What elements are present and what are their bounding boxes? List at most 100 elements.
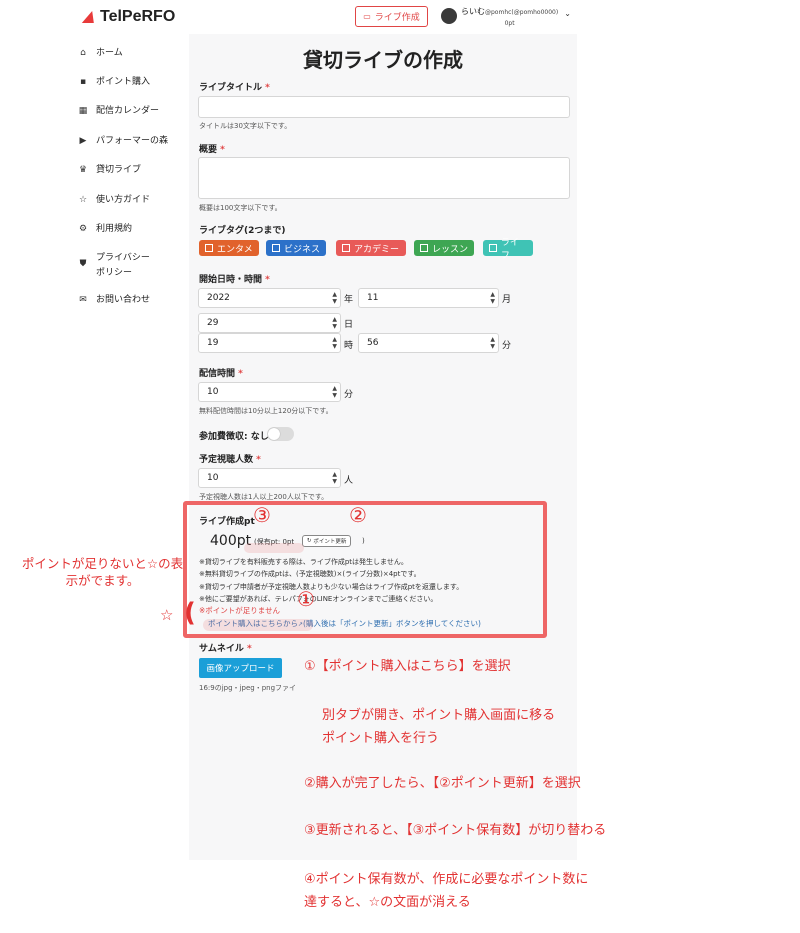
- sidebar-item-home[interactable]: ⌂ ホーム: [78, 46, 188, 60]
- user-name: らいむ@pomhc(@pomho0000): [461, 7, 559, 16]
- sidebar-item-label: 配信カレンダー: [96, 106, 160, 116]
- stepper-arrows-icon[interactable]: ▲ ▼: [332, 471, 337, 485]
- sidebar-item-label: 使い方ガイド: [96, 195, 151, 205]
- sidebar-item-point-purchase[interactable]: ▪ ポイント購入: [78, 75, 188, 89]
- minute-stepper[interactable]: 56 ▲ ▼: [358, 333, 499, 353]
- tag-entertainment[interactable]: エンタメ: [199, 240, 259, 256]
- stepper-arrows-icon[interactable]: ▲ ▼: [332, 291, 337, 305]
- sidebar-item-label: プライバシーポリシー: [96, 253, 150, 278]
- sidebar-item-performer[interactable]: ▶ パフォーマーの森: [78, 134, 188, 148]
- day-unit: 日: [344, 320, 354, 330]
- stepper-arrows-icon[interactable]: ▲ ▼: [332, 316, 337, 330]
- day-stepper[interactable]: 29 ▲ ▼: [198, 313, 341, 333]
- create-live-button[interactable]: ▭ ライブ作成: [355, 6, 428, 27]
- sidebar-item-private-live[interactable]: ♛ 貸切ライブ: [78, 163, 188, 177]
- annotation-smudge: [244, 543, 304, 553]
- duration-hint: 無料配信時間は10分以上120分以下です。: [199, 407, 333, 415]
- checkbox-icon: [420, 244, 428, 252]
- stepper-arrows-icon[interactable]: ▲ ▼: [490, 336, 495, 350]
- sidebar-item-contact[interactable]: ✉ お問い合わせ: [78, 293, 188, 307]
- datetime-label: 開始日時・時間 *: [199, 275, 270, 285]
- annotation-step4-line2: 達すると、☆の文面が消える: [304, 895, 471, 910]
- thumb-hint: 16:9のjpg・jpeg・pngファイ: [199, 684, 297, 692]
- month-unit: 月: [502, 295, 512, 305]
- title-input[interactable]: [198, 96, 570, 118]
- shield-icon: ⛊: [79, 259, 87, 269]
- brand-logo[interactable]: TelPeRFO: [84, 8, 175, 26]
- avatar: [441, 8, 457, 24]
- camera-icon: ▭: [363, 12, 371, 21]
- annotation-step3: ③更新されると、【③ポイント保有数】が切り替わる: [304, 823, 607, 838]
- create-live-label: ライブ作成: [374, 13, 420, 23]
- logo-mark-icon: [84, 10, 98, 24]
- gear-icon: ⚙: [78, 224, 88, 234]
- stepper-arrows-icon[interactable]: ▲ ▼: [490, 291, 495, 305]
- annotation-star: ☆: [160, 606, 174, 624]
- tag-life[interactable]: ライフ: [483, 238, 533, 261]
- stepper-arrows-icon[interactable]: ▲ ▼: [332, 385, 337, 399]
- summary-label: 概要 *: [199, 145, 225, 155]
- sidebar-item-label: ポイント購入: [96, 77, 151, 87]
- hour-unit: 時: [344, 341, 354, 351]
- stepper-arrows-icon[interactable]: ▲ ▼: [332, 336, 337, 350]
- mail-icon: ✉: [79, 295, 87, 305]
- sidebar-item-terms[interactable]: ⚙ 利用規約: [78, 222, 188, 236]
- tag-business[interactable]: ビジネス: [266, 240, 326, 256]
- point-icon: ▪: [79, 77, 87, 87]
- checkbox-icon: [205, 244, 213, 252]
- annotation-smudge: [203, 619, 313, 631]
- annotation-step2: ②購入が完了したら、【②ポイント更新】を選択: [304, 776, 581, 791]
- thumb-label: サムネイル *: [199, 644, 252, 654]
- annotation-step1: ①【ポイント購入はこちら】を選択: [304, 659, 511, 674]
- annotation-num-3: ③: [253, 503, 271, 527]
- duration-stepper[interactable]: 10 ▲ ▼: [198, 382, 341, 402]
- annotation-paren: (: [184, 598, 196, 628]
- viewers-unit: 人: [344, 476, 354, 486]
- annotation-step1-sub1: 別タブが開き、ポイント購入画面に移る: [322, 708, 556, 723]
- title-hint: タイトルは30文字以下です。: [199, 122, 292, 130]
- hour-stepper[interactable]: 19 ▲ ▼: [198, 333, 341, 353]
- crown-icon: ♛: [78, 165, 88, 175]
- viewers-stepper[interactable]: 10 ▲ ▼: [198, 468, 341, 488]
- annotation-step4-line1: ④ポイント保有数が、作成に必要なポイント数に: [304, 872, 589, 887]
- annotation-step1-sub2: ポイント購入を行う: [322, 731, 440, 746]
- image-upload-button[interactable]: 画像アップロード: [199, 658, 282, 678]
- fee-toggle[interactable]: [267, 427, 294, 441]
- user-handle: @pomhc(@pomho0000): [485, 9, 559, 16]
- minute-unit: 分: [502, 341, 512, 351]
- sidebar-item-calendar[interactable]: ▦ 配信カレンダー: [78, 104, 188, 118]
- sidebar-item-label: ホーム: [96, 48, 123, 58]
- sidebar-item-label: お問い合わせ: [96, 295, 151, 305]
- checkbox-icon: [272, 244, 280, 252]
- tags-label: ライブタグ(2つまで): [199, 226, 286, 236]
- year-stepper[interactable]: 2022 ▲ ▼: [198, 288, 341, 308]
- sidebar-item-privacy[interactable]: ⛊ プライバシーポリシー: [78, 251, 158, 281]
- annotation-side-note: ポイントが足りないと☆の表示がでます。: [21, 556, 184, 588]
- user-points: 0pt: [504, 20, 515, 27]
- sidebar-item-label: 利用規約: [96, 224, 133, 234]
- summary-hint: 概要は100文字以下です。: [199, 204, 282, 212]
- page-title: 貸切ライブの作成: [303, 48, 463, 72]
- home-icon: ⌂: [80, 48, 86, 58]
- calendar-icon: ▦: [78, 106, 88, 116]
- viewers-label: 予定視聴人数 *: [199, 455, 261, 465]
- fee-label: 参加費徴収: なし: [199, 432, 269, 442]
- user-menu[interactable]: らいむ@pomhc(@pomho0000) 0pt ⌄: [441, 7, 571, 27]
- star-icon: ☆: [78, 195, 88, 205]
- summary-textarea[interactable]: [198, 157, 570, 199]
- month-stepper[interactable]: 11 ▲ ▼: [358, 288, 499, 308]
- tag-academy[interactable]: アカデミー: [336, 240, 406, 256]
- checkbox-icon: [489, 244, 497, 252]
- performer-icon: ▶: [79, 136, 87, 146]
- year-unit: 年: [344, 295, 354, 305]
- brand-name: TelPeRFO: [100, 8, 176, 25]
- title-label: ライブタイトル *: [199, 83, 270, 93]
- tag-lesson[interactable]: レッスン: [414, 240, 474, 256]
- chevron-down-icon[interactable]: ⌄: [564, 9, 571, 18]
- duration-unit: 分: [344, 390, 354, 400]
- sidebar-item-label: 貸切ライブ: [96, 165, 142, 175]
- annotation-num-1: ①: [297, 587, 315, 611]
- duration-label: 配信時間 *: [199, 369, 243, 379]
- sidebar-item-guide[interactable]: ☆ 使い方ガイド: [78, 193, 188, 207]
- checkbox-icon: [342, 244, 350, 252]
